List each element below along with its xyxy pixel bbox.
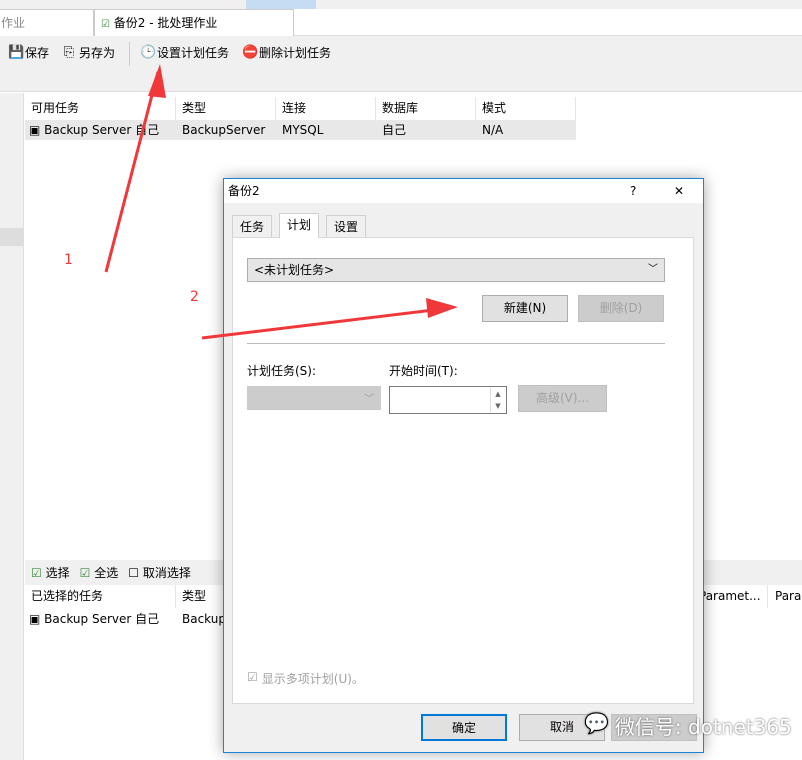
arrow-2	[201, 306, 451, 340]
step-1-label: 1	[64, 252, 73, 268]
annotation-arrows	[104, 64, 458, 340]
watermark-text: 微信号: dotnet365	[614, 715, 792, 739]
arrow-1	[104, 71, 160, 273]
wechat-icon: 💬	[584, 711, 609, 735]
arrowhead-2	[426, 298, 458, 318]
tab-schedule[interactable]: 计划	[279, 213, 320, 238]
step-2-label: 2	[190, 289, 199, 305]
arrowhead-1	[148, 64, 166, 98]
watermark: 💬 微信号: dotnet365	[584, 711, 792, 740]
